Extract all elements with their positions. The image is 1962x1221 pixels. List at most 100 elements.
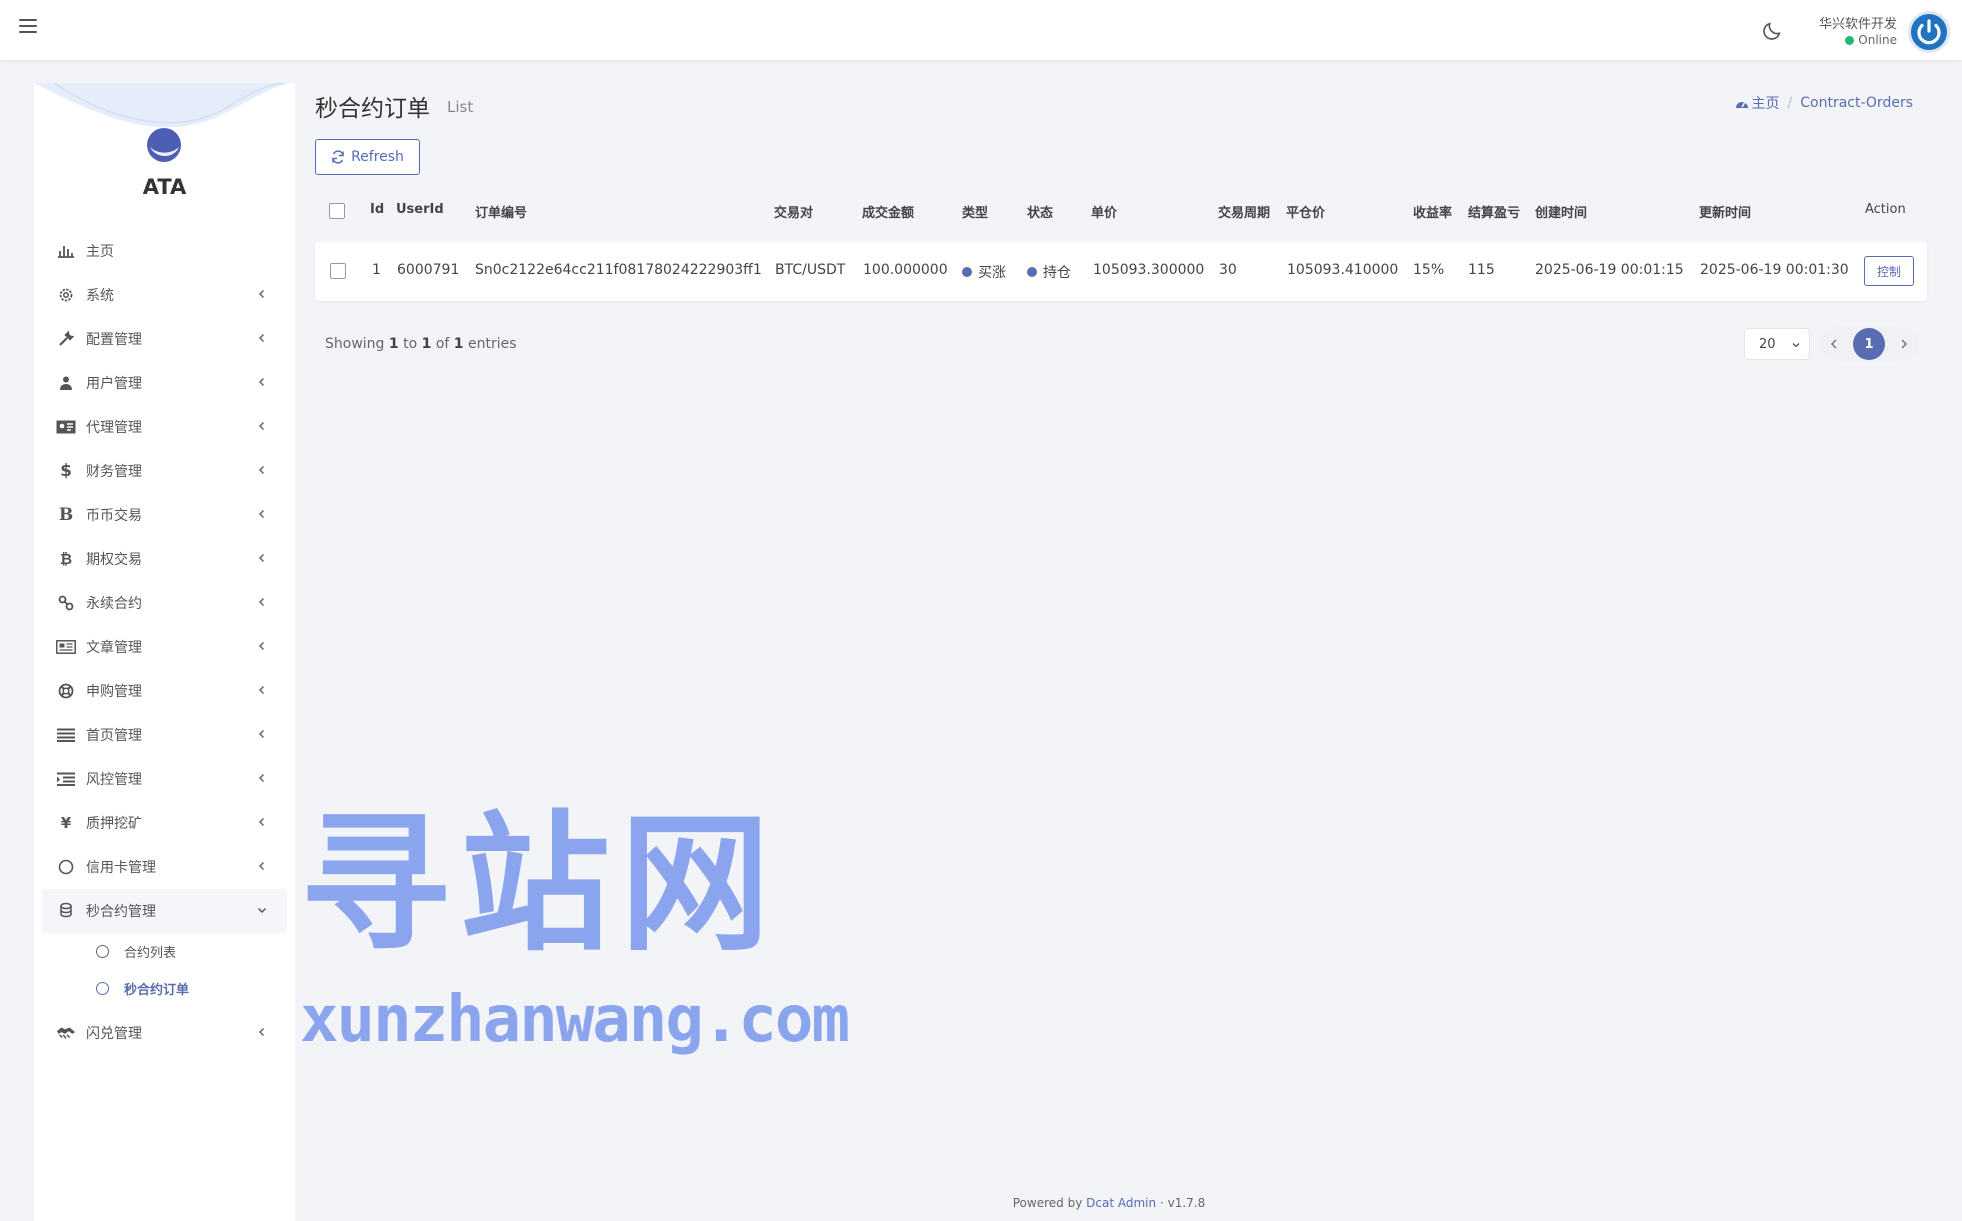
top-navbar: 华兴软件开发 Online	[0, 0, 1962, 60]
type-dot	[962, 267, 972, 277]
table-row: 1 6000791 Sn0c2122e64cc211f0817802422290…	[315, 242, 1927, 301]
sidebar-item-config[interactable]: 配置管理	[34, 317, 295, 361]
power-icon[interactable]	[1908, 11, 1950, 53]
footer: Powered by Dcat Admin · v1.7.8	[1012, 1196, 1206, 1210]
chevron-left-icon	[258, 641, 265, 651]
link-icon	[56, 594, 76, 612]
sidebar-menu: 主页 系统 配置管理 用户管理 代理管理 $ 财务管理 B 币币交易 ₿ 期权交…	[34, 229, 295, 1055]
gear-icon	[56, 286, 76, 304]
breadcrumb-separator: /	[1787, 95, 1793, 111]
column-header-period[interactable]: 交易周期	[1218, 202, 1270, 221]
brand-logo-icon	[147, 128, 181, 162]
column-header-rate[interactable]: 收益率	[1413, 202, 1452, 221]
sidebar-item-finance[interactable]: $ 财务管理	[34, 449, 295, 493]
users-icon	[56, 374, 76, 392]
column-header-userid[interactable]: UserId	[396, 202, 444, 217]
sidebar-subitem-contract-orders[interactable]: 秒合约订单	[34, 970, 295, 1007]
letter-b-icon: B	[58, 505, 74, 525]
watermark: 寻站网 xunzhanwang.com	[300, 790, 880, 1070]
bitcoin-icon: ₿	[59, 550, 73, 568]
cell-pair: BTC/USDT	[775, 262, 846, 278]
sidebar-item-risk-control[interactable]: 风控管理	[34, 757, 295, 801]
sidebar-item-second-contract[interactable]: 秒合约管理	[42, 889, 287, 933]
watermark-cn: 寻站网	[300, 798, 781, 972]
select-all-checkbox[interactable]	[329, 203, 345, 219]
chevron-left-icon	[258, 553, 265, 563]
lifebuoy-icon	[56, 682, 76, 700]
breadcrumb-current: Contract-Orders	[1800, 95, 1913, 111]
watermark-en: xunzhanwang.com	[300, 983, 850, 1057]
column-header-type[interactable]: 类型	[962, 202, 988, 221]
cell-id: 1	[372, 262, 381, 278]
page-button-current[interactable]: 1	[1853, 328, 1885, 360]
cell-pnl: 115	[1468, 262, 1495, 278]
sidebar-item-agents[interactable]: 代理管理	[34, 405, 295, 449]
refresh-button[interactable]: Refresh	[315, 139, 420, 175]
chevron-left-icon	[258, 289, 265, 299]
sidebar-subitem-contract-list[interactable]: 合约列表	[34, 933, 295, 970]
cell-updated: 2025-06-19 00:01:30	[1700, 262, 1849, 278]
sidebar-item-spot-trading[interactable]: B 币币交易	[34, 493, 295, 537]
column-header-pnl[interactable]: 结算盈亏	[1468, 202, 1520, 221]
row-checkbox[interactable]	[330, 263, 346, 279]
sidebar-item-perpetual[interactable]: 永续合约	[34, 581, 295, 625]
sidebar: ATA 主页 系统 配置管理 用户管理 代理管理 $ 财务管理 B 币币交易 ₿…	[34, 83, 295, 1221]
column-header-created[interactable]: 创建时间	[1535, 202, 1587, 221]
chevron-down-icon	[257, 907, 267, 914]
column-header-price[interactable]: 单价	[1091, 202, 1117, 221]
sidebar-item-flash-exchange[interactable]: 闪兑管理	[34, 1011, 295, 1055]
cell-created: 2025-06-19 00:01:15	[1535, 262, 1684, 278]
chevron-left-icon	[1830, 339, 1837, 349]
control-button[interactable]: 控制	[1864, 256, 1914, 286]
newspaper-icon	[56, 638, 76, 656]
bar-chart-icon	[56, 242, 76, 260]
column-header-id[interactable]: Id	[370, 202, 384, 217]
chevron-left-icon	[258, 421, 265, 431]
page-subtitle: List	[447, 98, 474, 116]
page-title: 秒合约订单	[315, 96, 430, 122]
column-header-amount[interactable]: 成交金额	[862, 202, 914, 221]
indent-icon	[56, 770, 76, 788]
user-name[interactable]: 华兴软件开发	[1819, 13, 1897, 32]
sidebar-item-articles[interactable]: 文章管理	[34, 625, 295, 669]
cell-type: 买涨	[962, 262, 1006, 282]
prev-page-button[interactable]	[1823, 333, 1845, 355]
column-header-updated[interactable]: 更新时间	[1699, 202, 1751, 221]
per-page-select[interactable]: 20	[1744, 328, 1810, 360]
sidebar-item-users[interactable]: 用户管理	[34, 361, 295, 405]
sidebar-item-staking[interactable]: ¥ 质押挖矿	[34, 801, 295, 845]
dcat-admin-link[interactable]: Dcat Admin	[1086, 1196, 1156, 1210]
chevron-left-icon	[258, 465, 265, 475]
dashboard-icon	[1735, 101, 1748, 108]
menu-icon[interactable]	[19, 19, 37, 35]
column-header-close-price[interactable]: 平仓价	[1286, 202, 1325, 221]
chevron-left-icon	[258, 597, 265, 607]
column-header-order-no[interactable]: 订单编号	[475, 202, 527, 221]
sidebar-item-system[interactable]: 系统	[34, 273, 295, 317]
entries-summary: Showing 1 to 1 of 1 entries	[325, 336, 517, 352]
sidebar-item-subscription[interactable]: 申购管理	[34, 669, 295, 713]
cell-amount: 100.000000	[863, 262, 948, 278]
chevron-left-icon	[258, 685, 265, 695]
yen-icon: ¥	[60, 814, 72, 832]
cell-period: 30	[1219, 262, 1237, 278]
next-page-button[interactable]	[1893, 333, 1915, 355]
chevron-left-icon	[258, 817, 265, 827]
refresh-icon	[332, 150, 344, 164]
chevron-left-icon	[258, 377, 265, 387]
coins-icon	[56, 902, 76, 920]
column-header-status[interactable]: 状态	[1027, 202, 1053, 221]
sidebar-item-options[interactable]: ₿ 期权交易	[34, 537, 295, 581]
chevron-left-icon	[258, 773, 265, 783]
circle-icon	[96, 945, 109, 958]
cell-userid: 6000791	[397, 262, 460, 278]
table-header: Id UserId 订单编号 交易对 成交金额 类型 状态 单价 交易周期 平仓…	[315, 196, 1927, 226]
sidebar-item-credit-card[interactable]: 信用卡管理	[34, 845, 295, 889]
breadcrumb-home[interactable]: 主页	[1735, 93, 1780, 113]
moon-icon[interactable]	[1761, 20, 1783, 42]
chevron-left-icon	[258, 729, 265, 739]
column-header-pair[interactable]: 交易对	[774, 202, 813, 221]
sidebar-item-homepage[interactable]: 首页管理	[34, 713, 295, 757]
sidebar-item-home[interactable]: 主页	[34, 229, 295, 273]
breadcrumb: 主页 / Contract-Orders	[1735, 93, 1913, 113]
